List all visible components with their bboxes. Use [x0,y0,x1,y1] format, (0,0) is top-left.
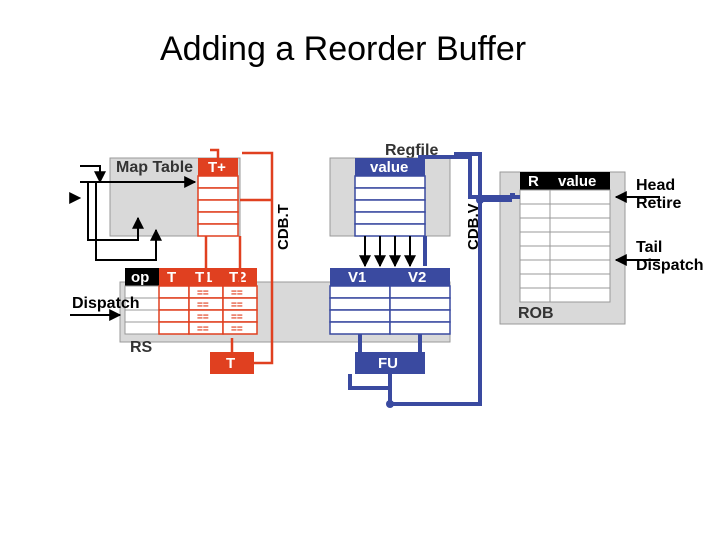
svg-text:==: == [197,324,209,335]
rs-op: op [131,269,149,286]
dispatch-label: Dispatch [72,295,140,312]
fu-T: T [226,355,235,372]
svg-text:==: == [231,288,243,299]
rs-T2: T2 [229,269,247,286]
rs-label: RS [130,339,153,356]
map-table-label: Map Table [116,159,193,176]
rob-label: ROB [518,305,554,322]
cdb-t-label: CDB.T [275,204,292,250]
rob-head: Head [636,177,675,194]
rob-tail: Tail [636,239,662,256]
svg-text:==: == [197,300,209,311]
rob-rows [520,190,610,302]
rob-value: value [558,173,596,190]
svg-text:==: == [197,312,209,323]
page-title: Adding a Reorder Buffer [160,30,526,68]
svg-text:==: == [231,300,243,311]
rob-R: R [528,173,539,190]
tplus-text: T+ [208,159,226,176]
rob-dispatch: Dispatch [636,257,704,274]
rs-V1: V1 [348,269,366,286]
rs-T1: T1 [195,269,213,286]
rs-V2: V2 [408,269,426,286]
regfile-col: value [370,159,408,176]
svg-text:==: == [197,288,209,299]
rs-T: T [167,269,176,286]
fu-label: FU [378,355,398,372]
svg-text:==: == [231,324,243,335]
rob-retire: Retire [636,195,681,212]
svg-text:==: == [231,312,243,323]
